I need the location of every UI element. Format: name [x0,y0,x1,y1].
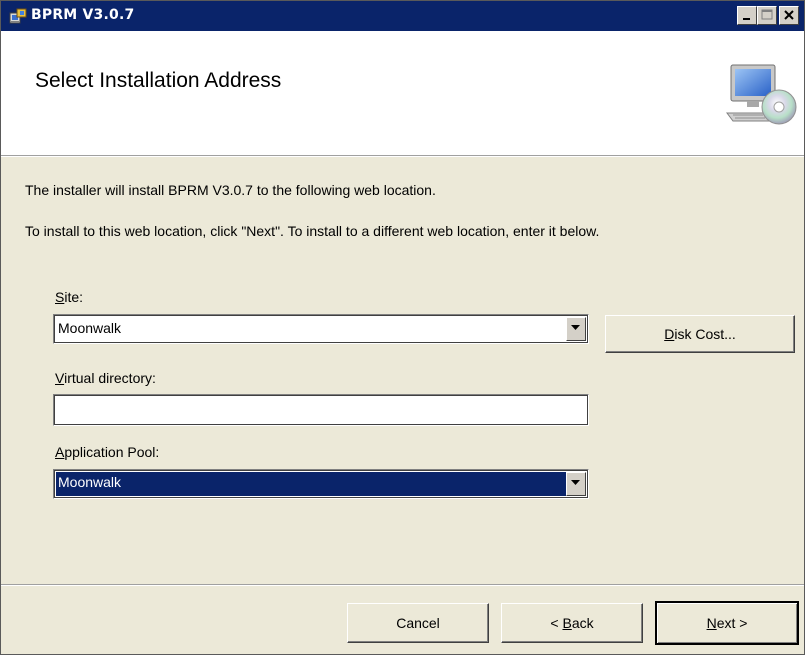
application-pool-dropdown[interactable]: Moonwalk [53,469,589,499]
computer-cd-icon [726,64,797,125]
maximize-icon [761,9,773,20]
title-bar[interactable]: BPRM V3.0.7 [1,1,804,31]
back-button[interactable]: < Back [501,603,643,643]
minimize-icon [743,18,750,20]
installer-window: BPRM V3.0.7 Select Installation Address [0,0,805,655]
site-dropdown-value: Moonwalk [58,320,122,336]
virtual-directory-label: Virtual directory: [55,370,156,386]
application-pool-label: Application Pool: [55,444,160,460]
chevron-down-icon [571,325,580,330]
cancel-button[interactable]: Cancel [347,603,489,643]
virtual-directory-input[interactable] [53,394,589,426]
site-dropdown-button[interactable] [566,317,586,341]
minimize-button[interactable] [737,6,757,25]
close-icon [784,10,794,20]
chevron-down-icon [571,480,580,485]
header-banner: Select Installation Address [1,31,804,155]
application-pool-dropdown-button[interactable] [566,472,586,496]
site-label: Site: [55,289,84,305]
site-dropdown[interactable]: Moonwalk [53,314,589,344]
disk-cost-button[interactable]: Disk Cost... [605,315,795,353]
close-button[interactable] [779,6,799,25]
application-pool-dropdown-value: Moonwalk [58,474,122,490]
next-button[interactable]: Next > [655,601,799,645]
description-line-2: To install to this web location, click "… [25,223,600,239]
installer-app-icon [9,8,27,24]
page-title: Select Installation Address [35,69,282,92]
description-line-1: The installer will install BPRM V3.0.7 t… [25,182,436,198]
window-title: BPRM V3.0.7 [31,7,135,23]
maximize-button[interactable] [757,6,777,25]
